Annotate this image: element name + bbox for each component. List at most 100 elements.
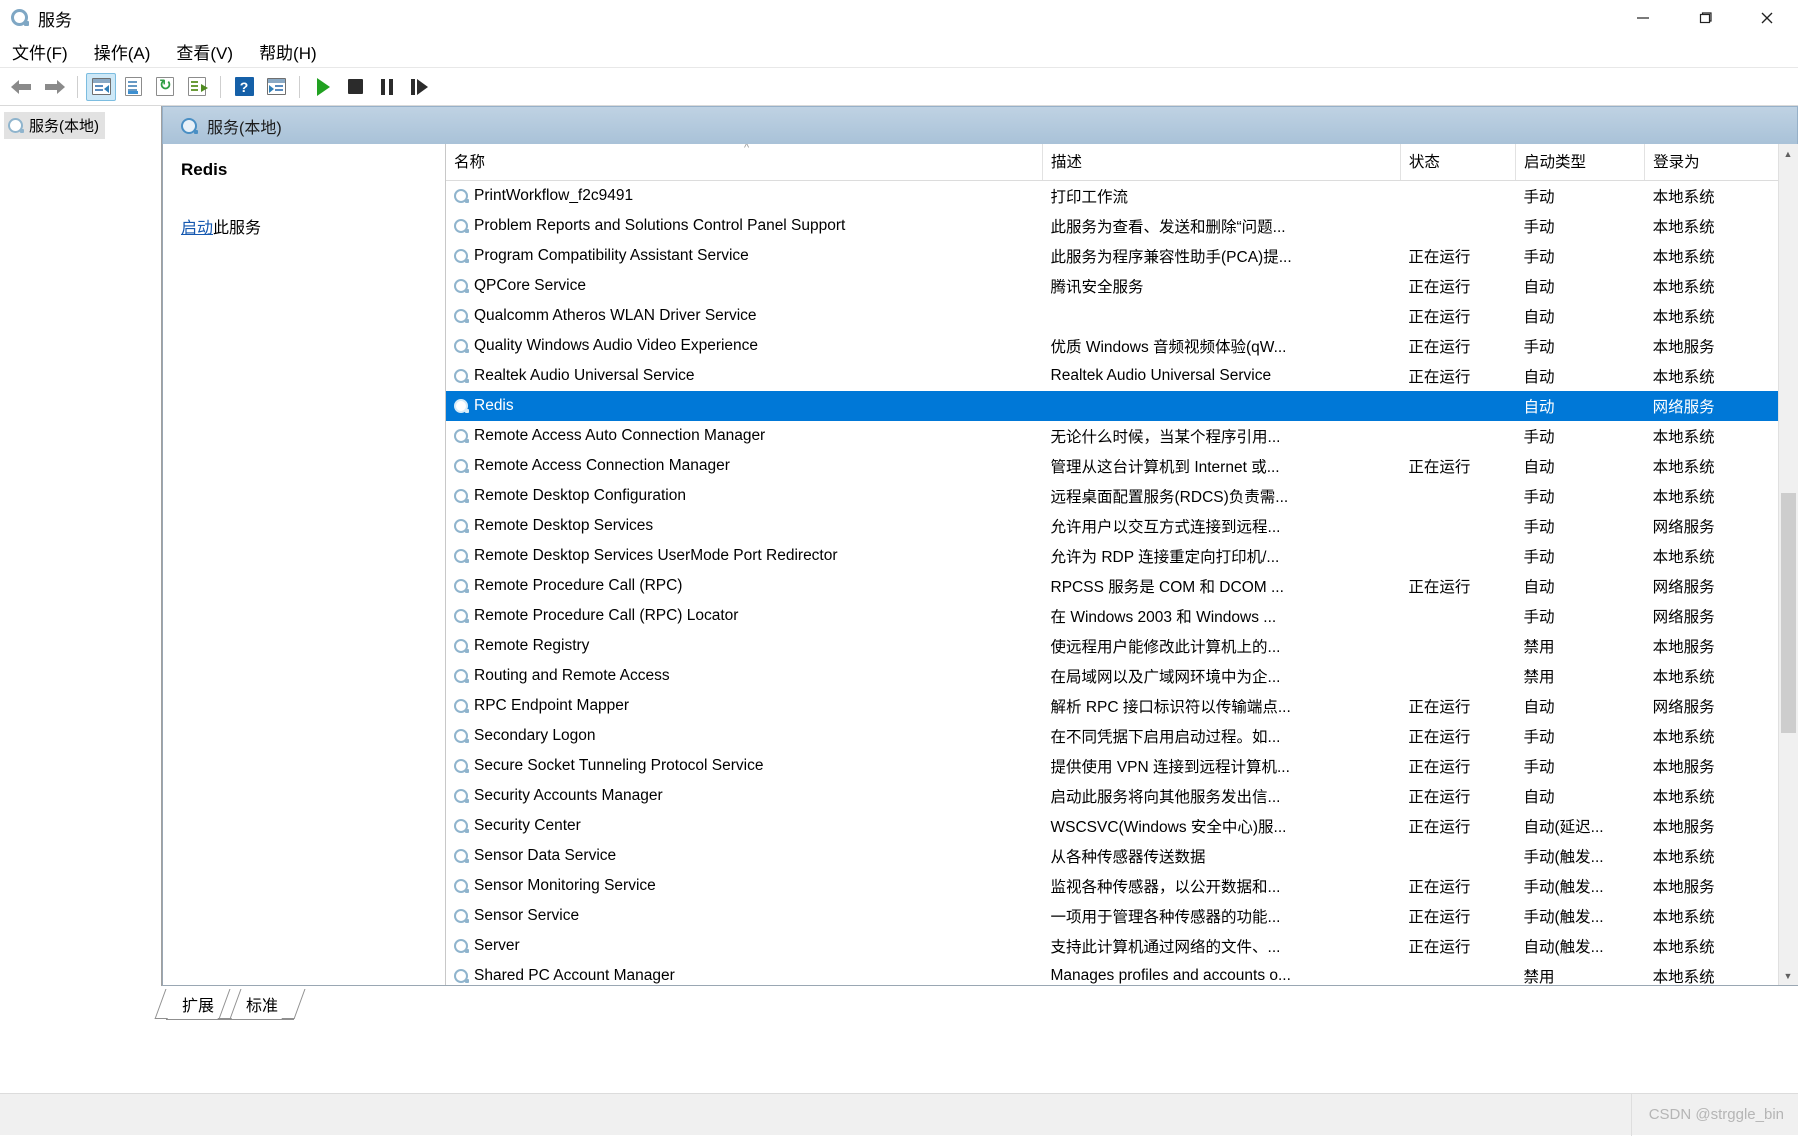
table-row[interactable]: Sensor Monitoring Service监视各种传感器，以公开数据和.… [446,871,1778,901]
cell-logon: 网络服务 [1645,601,1778,631]
menu-file[interactable]: 文件(F) [12,39,68,64]
cell-description: 从各种传感器传送数据 [1043,841,1401,871]
table-row[interactable]: Remote Procedure Call (RPC)RPCSS 服务是 COM… [446,571,1778,601]
help-button[interactable]: ? [229,73,259,101]
tab-standard[interactable]: 标准 [230,989,294,1020]
minimize-button[interactable] [1612,0,1674,36]
console-tree-icon [92,78,111,95]
cell-startup: 自动 [1516,451,1645,481]
table-row[interactable]: Remote Desktop Configuration远程桌面配置服务(RDC… [446,481,1778,511]
service-name-label: PrintWorkflow_f2c9491 [474,187,633,205]
start-service-link[interactable]: 启动 [181,220,213,237]
cell-status: 正在运行 [1400,751,1515,781]
close-button[interactable] [1736,0,1798,36]
table-row[interactable]: Remote Access Auto Connection Manager无论什… [446,421,1778,451]
pane-header: 服务(本地) [162,106,1798,144]
table-row[interactable]: Secure Socket Tunneling Protocol Service… [446,751,1778,781]
start-service-button[interactable] [308,73,338,101]
cell-startup: 手动 [1516,211,1645,241]
cell-description: 远程桌面配置服务(RDCS)负责需... [1043,481,1401,511]
column-header-logon[interactable]: 登录为 [1645,144,1778,181]
stop-service-button[interactable] [340,73,370,101]
table-row[interactable]: PrintWorkflow_f2c9491打印工作流手动本地系统 [446,181,1778,212]
table-row[interactable]: Remote Procedure Call (RPC) Locator在 Win… [446,601,1778,631]
table-row[interactable]: Program Compatibility Assistant Service此… [446,241,1778,271]
scrollbar-track[interactable] [1779,163,1798,966]
menu-help[interactable]: 帮助(H) [259,39,317,64]
scrollbar-thumb[interactable] [1781,493,1796,733]
table-row[interactable]: Secondary Logon在不同凭据下启用启动过程。如...正在运行手动本地… [446,721,1778,751]
table-row[interactable]: Security CenterWSCSVC(Windows 安全中心)服...正… [446,811,1778,841]
maximize-button[interactable] [1674,0,1736,36]
show-hide-console-tree-button[interactable] [86,73,116,101]
table-row[interactable]: Remote Desktop Services允许用户以交互方式连接到远程...… [446,511,1778,541]
cell-logon: 本地系统 [1645,181,1778,212]
cell-status: 正在运行 [1400,301,1515,331]
table-row[interactable]: Realtek Audio Universal ServiceRealtek A… [446,361,1778,391]
properties-button[interactable] [118,73,148,101]
tree-item-services-local[interactable]: 服务(本地) [4,112,105,139]
cell-startup: 手动 [1516,721,1645,751]
table-row[interactable]: RPC Endpoint Mapper解析 RPC 接口标识符以传输端点...正… [446,691,1778,721]
table-row[interactable]: Routing and Remote Access在局域网以及广域网环境中为企.… [446,661,1778,691]
export-list-button[interactable] [182,73,212,101]
cell-logon: 本地系统 [1645,931,1778,961]
detail-action-suffix: 此服务 [213,220,261,237]
menu-view[interactable]: 查看(V) [176,39,233,64]
cell-description: WSCSVC(Windows 安全中心)服... [1043,811,1401,841]
table-row[interactable]: Remote Access Connection Manager管理从这台计算机… [446,451,1778,481]
table-row[interactable]: Sensor Data Service从各种传感器传送数据手动(触发...本地系… [446,841,1778,871]
cell-description: 监视各种传感器，以公开数据和... [1043,871,1401,901]
cell-logon: 本地服务 [1645,331,1778,361]
table-row[interactable]: Qualcomm Atheros WLAN Driver Service正在运行… [446,301,1778,331]
menu-action[interactable]: 操作(A) [94,39,151,64]
table-row[interactable]: Redis自动网络服务 [446,391,1778,421]
service-gear-icon [454,429,468,443]
scroll-up-button[interactable]: ▲ [1779,144,1798,163]
cell-status: 正在运行 [1400,721,1515,751]
cell-status: 正在运行 [1400,901,1515,931]
cell-description: 解析 RPC 接口标识符以传输端点... [1043,691,1401,721]
cell-logon: 网络服务 [1645,691,1778,721]
scroll-down-button[interactable]: ▼ [1779,966,1798,985]
table-row[interactable]: QPCore Service腾讯安全服务正在运行自动本地系统 [446,271,1778,301]
service-name-label: RPC Endpoint Mapper [474,697,629,715]
cell-name: Redis [446,391,1043,421]
table-row[interactable]: Remote Desktop Services UserMode Port Re… [446,541,1778,571]
back-button[interactable] [7,73,37,101]
cell-status: 正在运行 [1400,361,1515,391]
restart-service-button[interactable] [404,73,434,101]
services-table-header-row: ^ 名称 描述 状态 启动类型 登录为 [446,144,1778,181]
column-header-description[interactable]: 描述 [1043,144,1401,181]
service-name-label: Sensor Service [474,907,579,925]
column-header-status[interactable]: 状态 [1400,144,1515,181]
service-name-label: Remote Desktop Services UserMode Port Re… [474,547,838,565]
window-controls [1612,0,1798,36]
column-header-startup[interactable]: 启动类型 [1516,144,1645,181]
service-gear-icon [454,699,468,713]
column-header-name-label: 名称 [454,154,485,171]
service-gear-icon [454,879,468,893]
table-row[interactable]: Security Accounts Manager启动此服务将向其他服务发出信.… [446,781,1778,811]
vertical-scrollbar[interactable]: ▲ ▼ [1778,144,1797,985]
pane-header-title: 服务(本地) [207,114,282,138]
table-row[interactable]: Sensor Service一项用于管理各种传感器的功能...正在运行手动(触发… [446,901,1778,931]
cell-description: 支持此计算机通过网络的文件、... [1043,931,1401,961]
table-row[interactable]: Shared PC Account ManagerManages profile… [446,961,1778,985]
menu-bar: 文件(F) 操作(A) 查看(V) 帮助(H) [0,36,1798,68]
cell-logon: 本地系统 [1645,721,1778,751]
show-action-pane-button[interactable] [261,73,291,101]
refresh-button[interactable] [150,73,180,101]
column-header-name[interactable]: ^ 名称 [446,144,1043,181]
pause-service-button[interactable] [372,73,402,101]
forward-button[interactable] [39,73,69,101]
table-row[interactable]: Problem Reports and Solutions Control Pa… [446,211,1778,241]
cell-logon: 本地系统 [1645,541,1778,571]
table-row[interactable]: Server支持此计算机通过网络的文件、...正在运行自动(触发...本地系统 [446,931,1778,961]
service-name-label: Secondary Logon [474,727,596,745]
service-name-label: Remote Registry [474,637,589,655]
cell-name: Program Compatibility Assistant Service [446,241,1043,271]
service-gear-icon [454,729,468,743]
table-row[interactable]: Remote Registry使远程用户能修改此计算机上的...禁用本地服务 [446,631,1778,661]
table-row[interactable]: Quality Windows Audio Video Experience优质… [446,331,1778,361]
